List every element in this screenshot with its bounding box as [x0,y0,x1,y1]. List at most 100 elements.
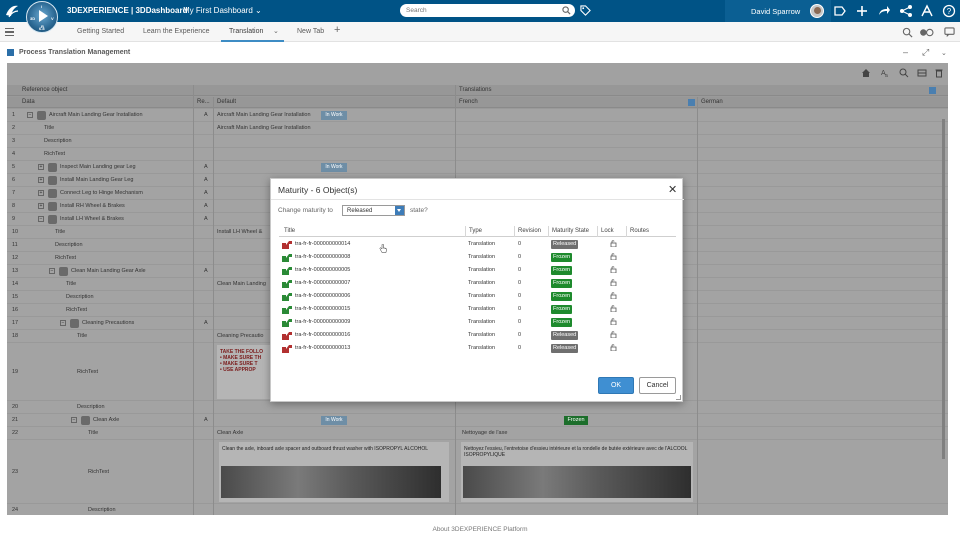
expand-toggle-icon[interactable]: − [60,320,66,326]
object-row[interactable]: tra-fr-fr-000000000014 Translation 0 Releas… [279,238,676,251]
unlock-icon[interactable] [610,266,617,273]
object-title[interactable]: tra-fr-fr-000000000006 [295,293,350,299]
dropdown-arrow-icon[interactable] [395,206,404,215]
object-row[interactable]: tra-fr-fr-000000000015 Translation 0 Frozen [279,303,676,316]
table-row[interactable]: 24 Description [7,504,948,515]
object-title[interactable]: tra-fr-fr-000000000013 [295,345,350,351]
unlock-icon[interactable] [610,292,617,299]
tab-new-tab[interactable]: New Tab [297,28,324,35]
default-richtext-cell[interactable]: Clean the axle, inboard axle spacer and … [219,442,449,502]
unlock-icon[interactable] [610,253,617,260]
unlock-icon[interactable] [610,240,617,247]
object-row[interactable]: tra-fr-fr-000000000013 Translation 0 Releas… [279,342,676,355]
expand-toggle-icon[interactable]: + [38,164,44,170]
maximize-icon[interactable]: ⤢ [922,47,929,58]
menu-icon[interactable] [5,28,14,36]
search-icon[interactable] [562,6,571,15]
french-checkbox[interactable] [688,99,695,106]
object-title[interactable]: tra-fr-fr-000000000005 [295,267,350,273]
object-row[interactable]: tra-fr-fr-000000000006 Translation 0 Frozen [279,290,676,303]
unlock-icon[interactable] [610,279,617,286]
table-row[interactable]: 5 + Inspect Main Landing gear Leg A In Work [7,161,948,174]
table-row[interactable]: 23 RichText Clean the axle, inboard axle s… [7,440,948,504]
object-title[interactable]: tra-fr-fr-000000000007 [295,280,350,286]
expand-toggle-icon[interactable]: + [38,177,44,183]
resize-grip-icon[interactable] [676,395,681,400]
unlock-icon[interactable] [610,344,617,351]
table-row[interactable]: 3 Description [7,135,948,148]
tag-icon[interactable] [580,5,591,16]
lock-column-header[interactable]: Lock [601,228,614,234]
social-share-icon[interactable] [899,4,913,18]
share-arrow-icon[interactable] [877,4,891,18]
chat-icon[interactable] [944,27,955,38]
search-input[interactable] [406,6,556,15]
expand-toggle-icon[interactable]: − [27,112,33,118]
object-title[interactable]: tra-fr-fr-000000000016 [295,332,350,338]
expand-toggle-icon[interactable]: − [71,417,77,423]
compass-icon[interactable]: 3D V i R 6.8 [26,1,58,33]
tab-getting-started[interactable]: Getting Started [77,28,124,35]
object-row[interactable]: tra-fr-fr-000000000008 Translation 0 Frozen [279,251,676,264]
view-toggle-icon[interactable] [918,27,936,38]
object-title[interactable]: tra-fr-fr-000000000009 [295,319,350,325]
table-row[interactable]: 2 Title Aircraft Main Landing Gear Install… [7,122,948,135]
about-platform-link[interactable]: About 3DEXPERIENCE Platform [432,526,527,533]
translate-icon[interactable]: Aa [880,68,890,78]
german-column-header[interactable]: German [701,99,723,105]
object-title[interactable]: tra-fr-fr-000000000015 [295,306,350,312]
richtext-preview[interactable]: TAKE THE FOLLO • MAKE SURE TH • MAKE SURE … [217,345,272,399]
close-icon[interactable]: ✕ [668,183,677,196]
object-row[interactable]: tra-fr-fr-000000000005 Translation 0 Frozen [279,264,676,277]
avatar[interactable] [810,4,824,18]
help-icon[interactable]: ? [942,4,956,18]
expand-toggle-icon[interactable]: − [38,216,44,222]
revision-column-header[interactable]: Revision [518,228,541,234]
minimize-icon[interactable]: – [903,47,908,57]
dassault-logo-icon[interactable] [4,3,20,19]
unlock-icon[interactable] [610,318,617,325]
cancel-button[interactable]: Cancel [639,377,676,394]
routes-column-header[interactable]: Routes [630,228,649,234]
object-title[interactable]: tra-fr-fr-000000000008 [295,254,350,260]
add-icon[interactable] [855,4,869,18]
expand-toggle-icon[interactable]: + [38,203,44,209]
add-tab-icon[interactable]: + [334,24,340,36]
object-title[interactable]: tra-fr-fr-000000000014 [295,241,350,247]
apps-icon[interactable] [920,4,934,18]
collapse-icon[interactable] [929,87,936,94]
search-widget-icon[interactable] [902,27,913,38]
grid-scrollbar[interactable] [942,119,945,459]
unlock-icon[interactable] [610,331,617,338]
expand-toggle-icon[interactable]: − [49,268,55,274]
maturity-state-column-header[interactable]: Maturity State [552,228,589,234]
dashboard-selector[interactable]: My First Dashboard ⌄ [183,6,262,15]
table-row[interactable]: 1 − Aircraft Main Landing Gear Installatio… [7,109,948,122]
title-column-header[interactable]: Title [284,228,295,234]
table-row[interactable]: 20 Description [7,401,948,414]
table-row[interactable]: 22 Title Clean Axle Nettoyage de l'axe [7,427,948,440]
ok-button[interactable]: OK [598,377,634,394]
french-richtext-cell[interactable]: Nettoyez l'essieu, l'entretoise d'essieu… [461,442,693,502]
user-name[interactable]: David Sparrow [751,7,800,16]
default-column-header[interactable]: Default [217,99,236,105]
tab-menu-chevron-icon[interactable]: ⌄ [273,27,279,35]
tab-translation[interactable]: Translation [229,28,263,35]
tab-learn-the-experience[interactable]: Learn the Experience [143,28,210,35]
home-icon[interactable] [861,68,871,78]
object-row[interactable]: tra-fr-fr-000000000007 Translation 0 Frozen [279,277,676,290]
search-box[interactable] [400,4,575,17]
revision-column-header[interactable]: Re... [197,99,210,105]
grid-search-icon[interactable] [899,68,909,78]
widget-menu-chevron-icon[interactable]: ⌄ [941,49,947,57]
french-column-header[interactable]: French [459,99,478,105]
object-row[interactable]: tra-fr-fr-000000000016 Translation 0 Releas… [279,329,676,342]
data-column-header[interactable]: Data [22,99,35,105]
table-row[interactable]: 21 − Clean Axle A In Work Frozen [7,414,948,427]
type-column-header[interactable]: Type [469,228,482,234]
unlock-icon[interactable] [610,305,617,312]
delete-icon[interactable] [934,68,944,78]
table-row[interactable]: 4 RichText [7,148,948,161]
tag-share-icon[interactable] [833,4,847,18]
expand-toggle-icon[interactable]: + [38,190,44,196]
